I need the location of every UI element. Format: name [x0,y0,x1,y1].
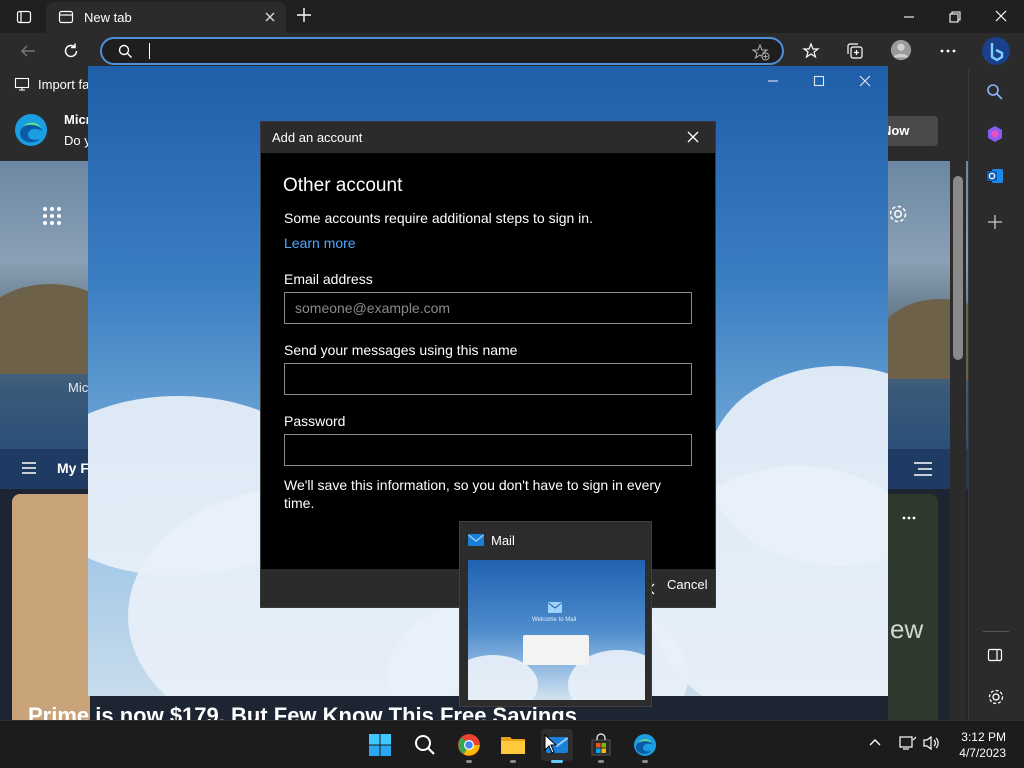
thumbnail-title: Mail [491,533,515,548]
address-bar[interactable] [100,37,784,65]
edge-logo-icon [14,113,48,147]
browser-titlebar: New tab [0,0,1024,33]
app-launcher-icon[interactable] [42,206,62,226]
display-name-label: Send your messages using this name [284,342,518,358]
feed-menu-icon[interactable] [22,462,36,474]
sidebar-divider [983,631,1009,632]
windows-taskbar: 3:12 PM 4/7/2023 [0,720,1024,768]
hide-sidebar-icon[interactable] [987,647,1003,663]
mail-minimize-icon[interactable] [766,74,780,88]
taskbar-search-icon[interactable] [409,729,441,761]
sidebar-outlook-icon[interactable] [986,167,1004,185]
news-card-map-right[interactable]: ew [888,494,938,720]
learn-more-link[interactable]: Learn more [284,235,356,251]
dialog-heading: Other account [283,175,403,196]
preview-mail-icon [548,602,562,613]
chrome-icon[interactable] [453,729,485,761]
restore-icon[interactable] [948,10,962,24]
profile-avatar-icon[interactable] [890,39,912,61]
import-favorites-link[interactable]: Import fa [38,77,89,92]
minimize-icon[interactable] [902,10,916,24]
mail-active-indicator [551,760,563,763]
news-card-image-left[interactable] [12,494,90,720]
password-label: Password [284,413,346,429]
clock-time[interactable]: 3:12 PM [960,730,1006,744]
collections-icon[interactable] [844,40,866,62]
tab-title: New tab [84,10,132,25]
edge-running-indicator [642,760,648,763]
email-label: Email address [284,271,373,287]
more-options-icon[interactable] [937,40,959,62]
refresh-icon[interactable] [60,40,82,62]
thumbnail-preview: Welcome to Mail [468,560,645,700]
search-icon [118,44,133,59]
preview-welcome-text: Welcome to Mail [532,617,577,623]
close-window-icon[interactable] [994,9,1008,23]
tab-new-tab[interactable]: New tab [46,2,286,33]
new-tab-page-icon [58,9,74,25]
text-caret [149,43,150,59]
map-text: ew [890,614,924,644]
mail-taskbar-thumbnail[interactable]: Mail Welcome to Mail [459,521,652,707]
ntp-banner-title: Micr [64,112,91,127]
dialog-close-icon[interactable] [685,129,701,145]
email-field[interactable] [284,292,692,324]
edge-sidebar [968,69,1024,720]
display-name-field[interactable] [284,363,692,395]
import-favorites-icon [14,76,30,92]
feed-tab-label[interactable]: My F [57,460,89,476]
start-icon[interactable] [364,729,396,761]
back-icon[interactable] [17,40,39,62]
add-favorite-icon[interactable] [752,43,770,61]
page-scrollbar-thumb[interactable] [953,176,963,360]
mail-maximize-icon[interactable] [812,74,826,88]
tab-actions-icon[interactable] [13,6,35,28]
mail-app-icon [468,533,484,547]
volume-icon[interactable] [922,735,940,751]
chrome-running-indicator [466,760,472,763]
edge-taskbar-icon[interactable] [629,729,661,761]
favorites-icon[interactable] [800,40,822,62]
feed-layout-icon[interactable] [914,462,932,476]
dialog-header: Add an account [261,122,715,153]
password-field[interactable] [284,434,692,466]
clock-date[interactable]: 4/7/2023 [952,746,1006,760]
network-icon[interactable] [899,735,917,751]
tab-close-icon[interactable] [264,11,276,23]
sidebar-settings-icon[interactable] [987,688,1005,706]
explorer-running-indicator [510,760,516,763]
file-explorer-icon[interactable] [497,729,529,761]
microsoft-store-icon[interactable] [585,729,617,761]
mail-close-icon[interactable] [858,74,872,88]
cancel-button[interactable]: Cancel [667,577,707,592]
dialog-subtext: Some accounts require additional steps t… [284,210,593,226]
mouse-cursor-icon [544,734,558,754]
ntp-quicklink-label[interactable]: Mic [68,380,88,395]
preview-account-card [523,635,589,665]
sidebar-search-icon[interactable] [986,83,1004,101]
save-info-text: We'll save this information, so you don'… [284,477,662,511]
new-tab-icon[interactable] [296,7,312,23]
page-settings-icon[interactable] [888,204,908,224]
card-more-icon[interactable] [902,516,916,520]
dialog-title: Add an account [272,130,363,145]
sidebar-copilot-icon[interactable] [986,125,1004,143]
store-running-indicator [598,760,604,763]
sidebar-add-icon[interactable] [987,214,1003,230]
bing-chat-icon[interactable] [980,35,1012,67]
ntp-banner-text: Do y [64,133,91,148]
show-hidden-icons-chevron[interactable] [869,738,881,746]
